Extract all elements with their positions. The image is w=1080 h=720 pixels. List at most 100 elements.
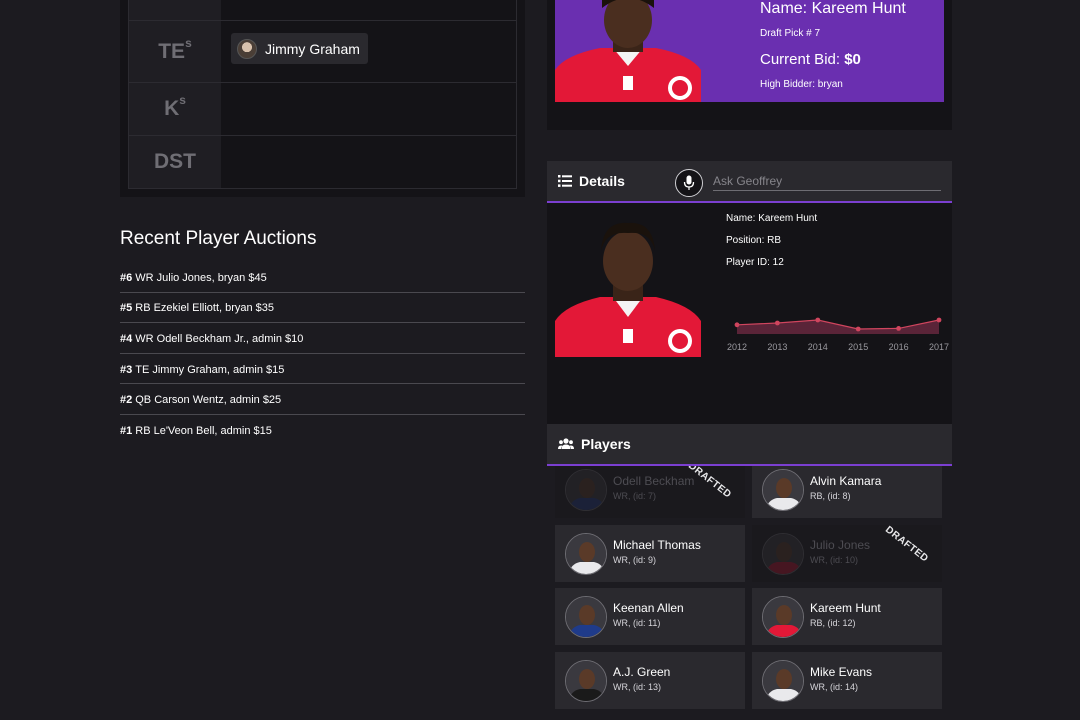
roster-slot-cell bbox=[221, 0, 516, 20]
player-name: A.J. Green bbox=[613, 665, 671, 679]
auction-number: #3 bbox=[120, 363, 133, 376]
chart-x-tick-label: 2017 bbox=[929, 342, 949, 352]
player-name: Julio Jones bbox=[810, 538, 871, 552]
list-item: #3 TE Jimmy Graham, admin $15 bbox=[120, 354, 525, 385]
roster-slot: Jimmy Graham bbox=[221, 21, 516, 82]
auction-text: QB Carson Wentz, admin $25 bbox=[135, 394, 282, 407]
avatar bbox=[565, 660, 607, 702]
roster-position-label: TE s bbox=[129, 21, 221, 82]
auction-text: RB Ezekiel Elliott, bryan $35 bbox=[135, 302, 275, 315]
draft-pick-number: Draft Pick # 7 bbox=[760, 28, 821, 39]
list-item: #4 WR Odell Beckham Jr., admin $10 bbox=[120, 323, 525, 354]
auction-number: #2 bbox=[120, 394, 133, 407]
list-icon bbox=[558, 175, 572, 187]
chart-point bbox=[936, 317, 942, 323]
player-card[interactable]: Kareem Hunt RB, (id: 12) bbox=[752, 588, 942, 645]
auction-text: WR Julio Jones, bryan $45 bbox=[135, 271, 267, 284]
player-info: WR, (id: 11) bbox=[613, 618, 661, 628]
ask-geoffrey-input[interactable] bbox=[713, 171, 941, 191]
detail-name: Name: Kareem Hunt bbox=[726, 213, 818, 224]
roster-row-dst: DST bbox=[129, 136, 516, 188]
players-title: Players bbox=[581, 436, 631, 452]
chart-point bbox=[855, 326, 861, 332]
player-card[interactable]: Keenan Allen WR, (id: 11) bbox=[555, 588, 745, 645]
avatar bbox=[762, 533, 804, 575]
auction-number: #5 bbox=[120, 302, 133, 315]
auction-number: #6 bbox=[120, 271, 133, 284]
list-item: #5 RB Ezekiel Elliott, bryan $35 bbox=[120, 293, 525, 324]
list-item: #2 QB Carson Wentz, admin $25 bbox=[120, 384, 525, 415]
current-bid-amount: $0 bbox=[844, 51, 861, 68]
microphone-button[interactable] bbox=[675, 169, 703, 197]
player-info: RB, (id: 12) bbox=[810, 618, 856, 628]
roster-position-label: DST bbox=[129, 136, 221, 188]
chart-point bbox=[896, 326, 901, 331]
roster-slot[interactable] bbox=[221, 83, 516, 135]
users-icon bbox=[558, 438, 574, 449]
avatar bbox=[565, 596, 607, 638]
roster-pos-cell bbox=[129, 0, 221, 20]
details-header: Details bbox=[547, 161, 952, 203]
auction-text: WR Odell Beckham Jr., admin $10 bbox=[135, 332, 304, 345]
recent-auctions-list: #6 WR Julio Jones, bryan $45 #5 RB Ezekiel… bbox=[120, 262, 525, 446]
avatar bbox=[762, 469, 804, 511]
details-panel: Name: Kareem Hunt Position: RB Player ID… bbox=[547, 203, 952, 424]
avatar bbox=[762, 660, 804, 702]
avatar bbox=[565, 533, 607, 575]
auction-text: RB Le'Veon Bell, admin $15 bbox=[135, 425, 272, 438]
chart-x-tick-label: 2016 bbox=[889, 342, 909, 352]
chart-x-tick-label: 2012 bbox=[727, 342, 747, 352]
roster-table: TE s Jimmy Graham Ks DST bbox=[128, 0, 517, 189]
player-card[interactable]: Alvin Kamara RB, (id: 8) bbox=[752, 466, 942, 518]
player-card[interactable]: Michael Thomas WR, (id: 9) bbox=[555, 525, 745, 582]
player-info: WR, (id: 7) bbox=[613, 491, 657, 501]
player-name: Alvin Kamara bbox=[810, 474, 882, 488]
player-card[interactable]: Odell Beckham WR, (id: 7) DRAFTED bbox=[555, 466, 745, 518]
player-info: WR, (id: 9) bbox=[613, 555, 657, 565]
player-info: WR, (id: 14) bbox=[810, 682, 859, 692]
player-photo bbox=[555, 0, 701, 102]
avatar bbox=[565, 469, 607, 511]
detail-player-id: Player ID: 12 bbox=[726, 257, 784, 268]
roster-player-chip[interactable]: Jimmy Graham bbox=[231, 33, 368, 64]
details-title: Details bbox=[579, 173, 625, 189]
avatar bbox=[237, 38, 257, 59]
auction-number: #4 bbox=[120, 332, 133, 345]
current-player-name: Name: Kareem Hunt bbox=[760, 0, 906, 17]
detail-position: Position: RB bbox=[726, 235, 782, 246]
list-item: #6 WR Julio Jones, bryan $45 bbox=[120, 262, 525, 293]
performance-chart: 2012 2013 2014 2015 2016 2017 bbox=[727, 317, 949, 352]
roster-row-te: TE s Jimmy Graham bbox=[129, 21, 516, 83]
player-card[interactable]: A.J. Green WR, (id: 13) bbox=[555, 652, 745, 709]
player-name: Michael Thomas bbox=[613, 538, 701, 552]
current-bid-label: Current Bid: bbox=[760, 51, 845, 68]
drafted-badge: DRAFTED bbox=[882, 524, 930, 565]
players-grid: Odell Beckham WR, (id: 7) DRAFTED Alvin Kam… bbox=[547, 466, 952, 720]
player-card[interactable]: Mike Evans WR, (id: 14) bbox=[752, 652, 942, 709]
chart-x-tick-label: 2014 bbox=[808, 342, 828, 352]
chart-area bbox=[737, 320, 939, 334]
roster-row-top bbox=[129, 0, 516, 21]
player-info: WR, (id: 10) bbox=[810, 555, 859, 565]
roster-position-label: Ks bbox=[129, 83, 221, 135]
roster-player-name: Jimmy Graham bbox=[265, 40, 360, 57]
high-bidder: High Bidder: bryan bbox=[760, 79, 843, 90]
current-bid: Current Bid: $0 bbox=[760, 51, 861, 68]
player-info: RB, (id: 8) bbox=[810, 491, 851, 501]
avatar bbox=[762, 596, 804, 638]
player-info: WR, (id: 13) bbox=[613, 682, 662, 692]
player-card[interactable]: Julio Jones WR, (id: 10) DRAFTED bbox=[752, 524, 942, 582]
players-header: Players bbox=[547, 424, 952, 466]
player-name: Keenan Allen bbox=[613, 601, 684, 615]
player-photo bbox=[555, 211, 701, 357]
auction-number: #1 bbox=[120, 425, 133, 438]
current-player-card: Name: Kareem Hunt Draft Pick # 7 Current… bbox=[555, 0, 944, 102]
chart-point bbox=[775, 320, 780, 326]
chart-point bbox=[815, 317, 821, 323]
player-name: Odell Beckham bbox=[613, 474, 695, 488]
chart-point bbox=[734, 322, 740, 328]
player-name: Kareem Hunt bbox=[810, 601, 881, 615]
chart-x-tick-label: 2013 bbox=[767, 342, 787, 352]
chart-x-tick-label: 2015 bbox=[848, 342, 868, 352]
roster-slot[interactable] bbox=[221, 136, 516, 188]
